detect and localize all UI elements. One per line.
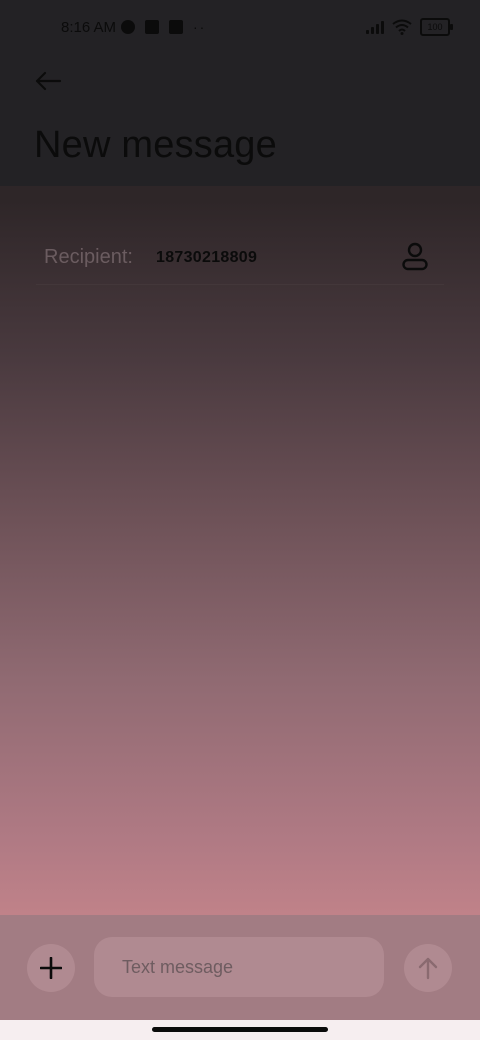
message-composer — [0, 915, 480, 1020]
recipient-input[interactable]: 18730218809 — [156, 249, 257, 267]
status-system-icons: 100 — [366, 18, 453, 36]
person-icon — [402, 242, 428, 271]
recipient-row[interactable]: Recipient: 18730218809 — [36, 230, 444, 285]
contact-picker-button[interactable] — [398, 240, 432, 274]
arrow-left-icon — [35, 71, 62, 91]
navigation-bar — [0, 1020, 480, 1040]
app-question-icon — [169, 20, 183, 34]
send-button[interactable] — [404, 944, 452, 992]
app-square-icon — [145, 20, 159, 34]
arrow-up-icon — [418, 957, 438, 980]
notification-circle-icon — [121, 20, 135, 34]
status-notification-icons: ·· — [121, 19, 206, 35]
battery-level: 100 — [427, 22, 443, 32]
wifi-icon — [392, 19, 412, 35]
more-dots-icon: ·· — [193, 19, 207, 35]
home-indicator[interactable] — [152, 1027, 328, 1032]
app-screen: 8:16 AM ·· 100 New message Recipient: 18… — [0, 0, 480, 1020]
status-bar: 8:16 AM ·· 100 — [0, 0, 480, 56]
status-time: 8:16 AM — [61, 19, 117, 36]
recipient-label: Recipient: — [44, 246, 133, 268]
plus-icon — [40, 957, 62, 979]
signal-icon — [366, 20, 384, 34]
message-input[interactable] — [94, 937, 384, 997]
back-button[interactable] — [30, 64, 66, 98]
add-attachment-button[interactable] — [27, 944, 75, 992]
page-title: New message — [34, 124, 277, 166]
battery-icon: 100 — [420, 18, 453, 36]
